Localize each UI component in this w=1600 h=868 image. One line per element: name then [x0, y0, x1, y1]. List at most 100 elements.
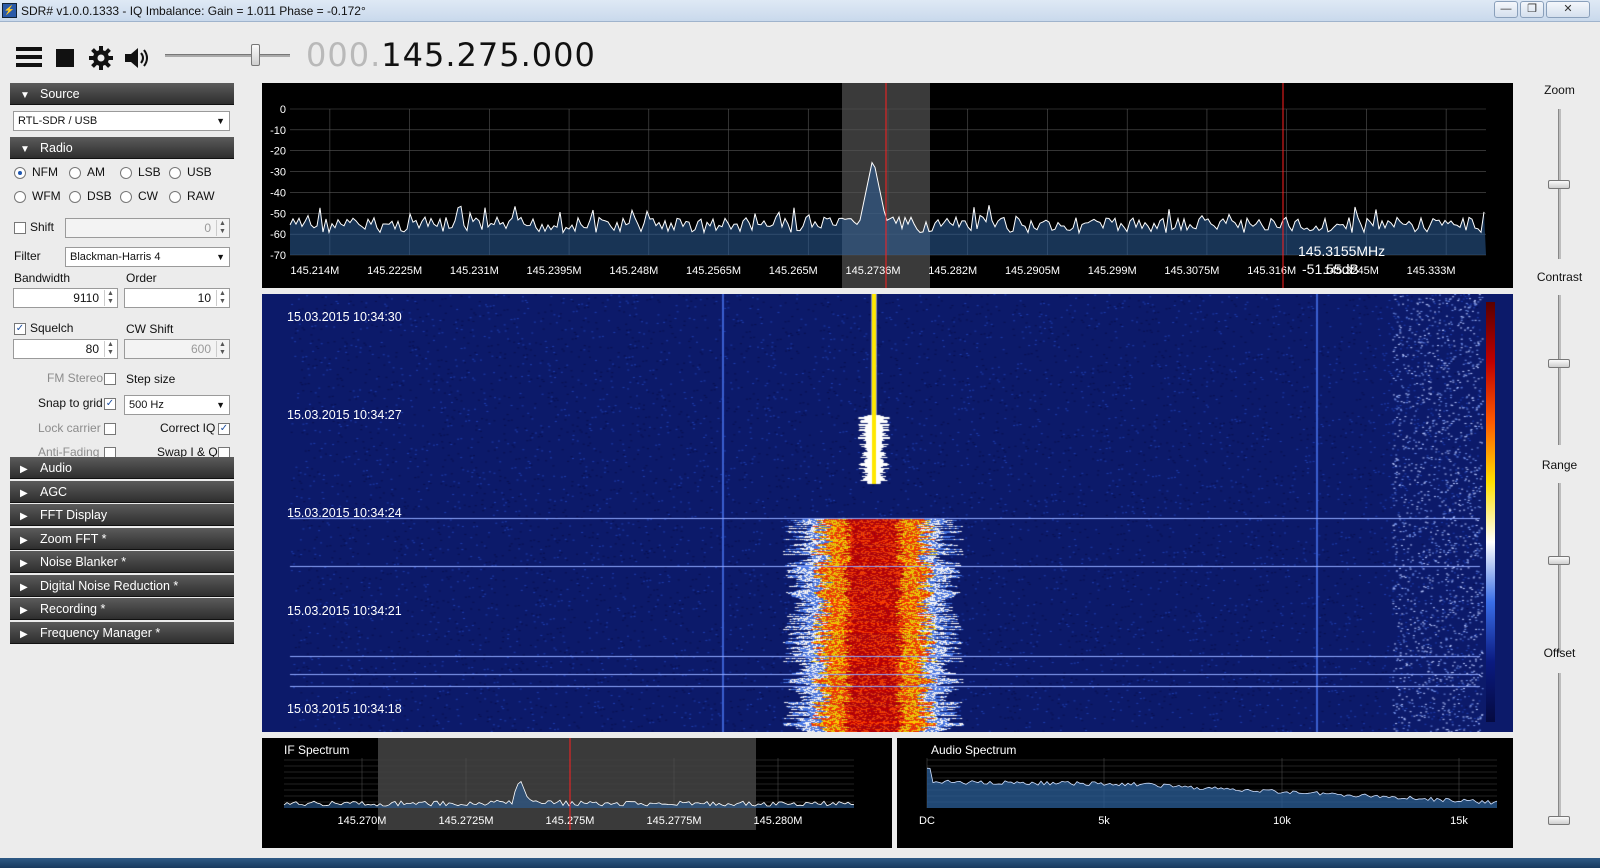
mode-radio-am[interactable]	[69, 167, 81, 179]
contrast-label: Contrast	[1536, 270, 1583, 284]
audio-spectrum[interactable]: Audio Spectrum DC 5k 10k 15k	[897, 738, 1513, 848]
if-x-tick-label: 145.2775M	[646, 815, 701, 827]
offset-slider-track[interactable]	[1558, 673, 1561, 823]
restore-icon[interactable]: ❐	[1520, 1, 1544, 18]
squelch-checkbox[interactable]: ✓	[14, 323, 26, 335]
contrast-slider-track[interactable]	[1558, 295, 1561, 445]
y-tick-label: -60	[270, 229, 286, 241]
correctiq-checkbox[interactable]: ✓	[218, 423, 230, 435]
minimize-icon[interactable]: —	[1494, 1, 1518, 18]
title-bar: ⚡ SDR# v1.0.0.1333 - IQ Imbalance: Gain …	[0, 0, 1600, 22]
close-icon[interactable]: ✕	[1546, 1, 1590, 18]
audio-x-tick-label: 5k	[1098, 815, 1110, 827]
squelch-field[interactable]: 80 ▲ ▼	[13, 339, 118, 359]
bandwidth-value: 9110	[73, 291, 99, 305]
section-header-fft-display[interactable]: ▶ FFT Display	[10, 504, 234, 526]
speaker-icon[interactable]	[123, 45, 151, 71]
shift-checkbox[interactable]	[14, 222, 26, 234]
cwshift-field[interactable]: 600 ▲ ▼	[124, 339, 230, 359]
mode-label-dsb: DSB	[87, 189, 112, 203]
range-slider-thumb[interactable]	[1548, 555, 1570, 565]
dropdown-arrow-icon: ▼	[216, 116, 225, 126]
section-header-label: Frequency Manager *	[40, 625, 161, 640]
volume-slider-thumb[interactable]	[251, 44, 260, 66]
y-tick-label: -30	[270, 167, 286, 179]
spinner-arrows-icon[interactable]: ▲ ▼	[104, 290, 116, 306]
hamburger-menu-icon[interactable]	[16, 47, 42, 67]
gear-icon[interactable]	[88, 45, 114, 71]
range-slider-track[interactable]	[1558, 483, 1561, 653]
sdrsharp-logo-icon: ⚡	[2, 3, 17, 18]
y-tick-label: -40	[270, 187, 286, 199]
mode-radio-nfm[interactable]	[14, 167, 26, 179]
mode-label-wfm: WFM	[32, 189, 61, 203]
lockcarrier-checkbox[interactable]	[104, 423, 116, 435]
if-spectrum[interactable]: IF Spectrum145.270M 145.2725M 145.275M 145.…	[262, 738, 892, 848]
window-title: SDR# v1.0.0.1333 - IQ Imbalance: Gain = …	[21, 4, 366, 18]
volume-slider[interactable]	[165, 54, 290, 57]
y-tick-label: -70	[270, 250, 286, 262]
filter-select[interactable]: Blackman-Harris 4 ▼	[65, 247, 230, 267]
step-size-select[interactable]: 500 Hz ▼	[124, 395, 230, 415]
fmstereo-checkbox[interactable]	[104, 373, 116, 385]
spectrum-analyzer[interactable]: 0 -10 -20 -30 -40 -50 -60 -70 145.214M 145.2225M 1…	[262, 83, 1513, 288]
section-header-audio[interactable]: ▶ Audio	[10, 457, 234, 479]
expand-arrow-icon: ▶	[20, 487, 28, 499]
waterfall-timestamp: 15.03.2015 10:34:21	[287, 604, 402, 618]
source-header-label: Source	[40, 87, 80, 101]
y-tick-label: -50	[270, 208, 286, 220]
lockcarrier-label: Lock carrier	[38, 421, 101, 435]
contrast-slider-thumb[interactable]	[1548, 358, 1570, 368]
frequency-main[interactable]: 145.275.000	[381, 36, 596, 74]
color-scale-bar	[1486, 302, 1495, 722]
section-header-agc[interactable]: ▶ AGC	[10, 480, 234, 503]
mode-radio-raw[interactable]	[169, 191, 181, 203]
stop-square-icon[interactable]	[56, 49, 74, 67]
mode-radio-cw[interactable]	[120, 191, 132, 203]
waterfall-canvas[interactable]	[262, 294, 1513, 732]
zoom-label: Zoom	[1544, 83, 1575, 97]
y-tick-label: 0	[280, 104, 286, 116]
mode-radio-dsb[interactable]	[69, 191, 81, 203]
source-section-header[interactable]: ▼ Source	[10, 83, 234, 105]
waterfall-timestamp: 15.03.2015 10:34:30	[287, 310, 402, 324]
spinner-arrows-icon[interactable]: ▲ ▼	[104, 341, 116, 357]
frequency-prefix[interactable]: 000.	[306, 36, 381, 74]
mode-radio-usb[interactable]	[169, 167, 181, 179]
offset-slider-thumb[interactable]	[1548, 816, 1570, 825]
source-device-select[interactable]: RTL-SDR / USB ▼	[13, 111, 230, 131]
spinner-arrows-icon[interactable]: ▲ ▼	[216, 220, 228, 236]
spinner-arrows-icon[interactable]: ▲ ▼	[216, 290, 228, 306]
x-tick-label: 145.333M	[1407, 265, 1456, 277]
section-header-label: Audio	[40, 461, 72, 475]
radio-section-header[interactable]: ▼ Radio	[10, 137, 234, 159]
waterfall-display[interactable]: 15.03.2015 10:34:30 15.03.2015 10:34:27 15…	[262, 294, 1513, 732]
x-tick-label: 145.2395M	[527, 265, 582, 277]
y-tick-label: -20	[270, 146, 286, 158]
section-header-digital-noise-reduction[interactable]: ▶ Digital Noise Reduction *	[10, 574, 234, 597]
zoom-slider-thumb[interactable]	[1548, 180, 1570, 189]
section-header-frequency-manager[interactable]: ▶ Frequency Manager *	[10, 621, 234, 644]
collapse-arrow-icon: ▼	[20, 90, 30, 101]
section-header-label: FFT Display	[40, 508, 108, 522]
expand-arrow-icon: ▶	[20, 464, 28, 475]
snap-checkbox[interactable]: ✓	[104, 398, 116, 410]
waterfall-timestamp: 15.03.2015 10:34:24	[287, 506, 402, 520]
squelch-label: Squelch	[30, 321, 74, 335]
mode-radio-wfm[interactable]	[14, 191, 26, 203]
filter-label: Filter	[14, 249, 41, 263]
spinner-arrows-icon[interactable]: ▲ ▼	[216, 341, 228, 357]
section-header-label: Recording *	[40, 602, 106, 616]
section-header-zoom-fft[interactable]: ▶ Zoom FFT *	[10, 527, 234, 550]
order-field[interactable]: 10 ▲ ▼	[124, 288, 230, 308]
audio-x-tick-label: DC	[919, 815, 935, 827]
shift-field[interactable]: 0 ▲ ▼	[65, 218, 230, 238]
expand-arrow-icon: ▶	[20, 581, 28, 593]
section-header-noise-blanker[interactable]: ▶ Noise Blanker *	[10, 551, 234, 573]
bandwidth-field[interactable]: 9110 ▲ ▼	[13, 288, 118, 308]
filter-value: Blackman-Harris 4	[70, 251, 161, 263]
frequency-display[interactable]: 000.145.275.000	[306, 36, 596, 74]
mode-radio-lsb[interactable]	[120, 167, 132, 179]
section-header-recording[interactable]: ▶ Recording *	[10, 598, 234, 620]
audio-x-tick-label: 15k	[1450, 815, 1468, 827]
